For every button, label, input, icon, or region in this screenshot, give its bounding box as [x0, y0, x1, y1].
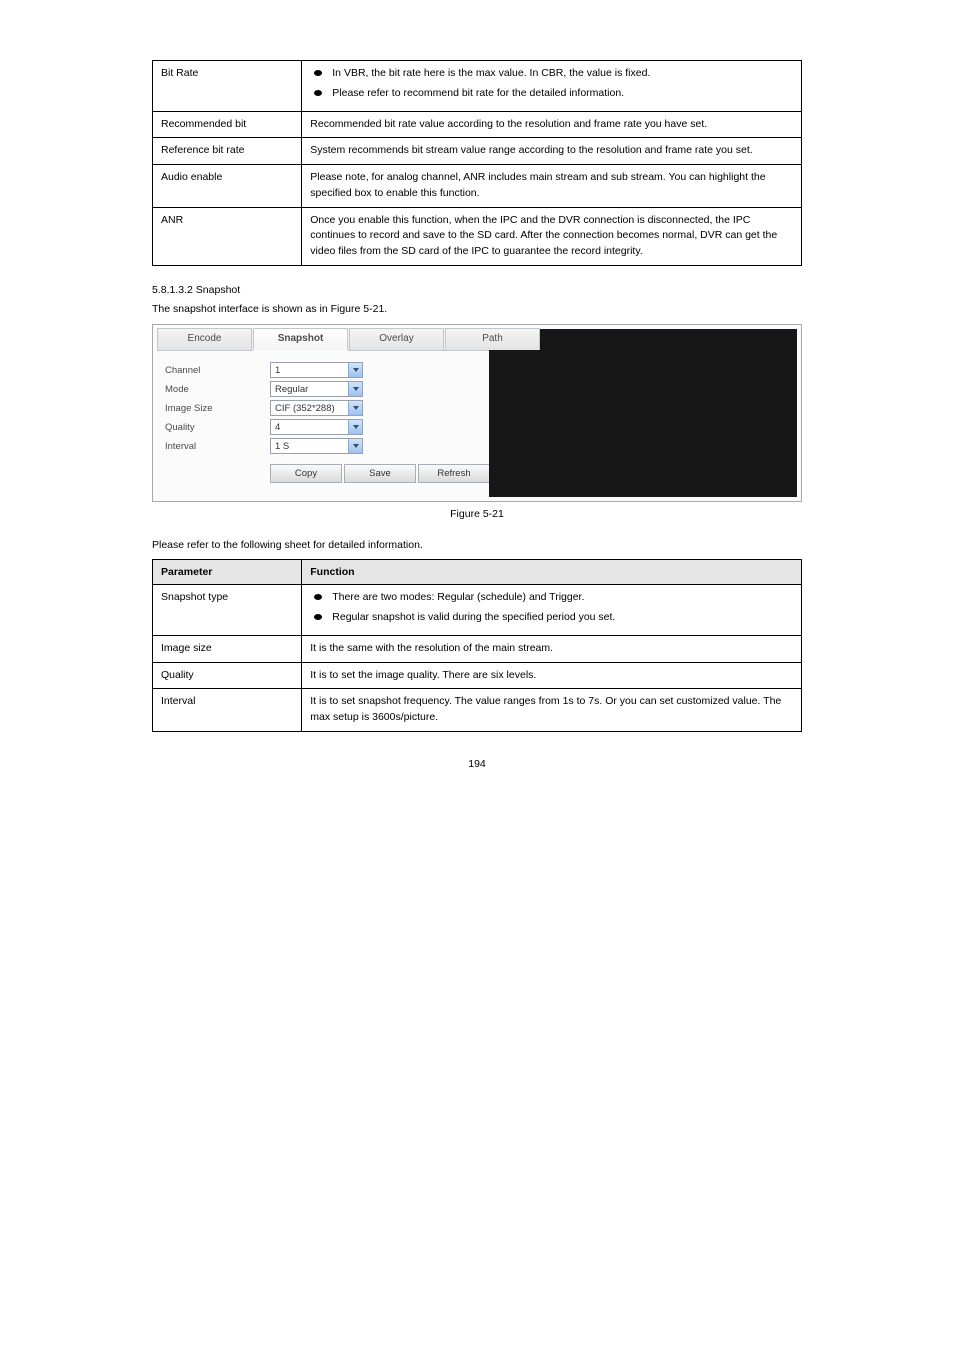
param-cell: Reference bit rate — [153, 138, 302, 165]
param-cell: Bit Rate — [153, 61, 302, 112]
table-row: Image size It is the same with the resol… — [153, 635, 802, 662]
param-cell: Snapshot type — [153, 585, 302, 636]
table-row: Audio enable Please note, for analog cha… — [153, 165, 802, 208]
func-cell: It is to set snapshot frequency. The val… — [302, 689, 802, 732]
func-cell: It is the same with the resolution of th… — [302, 635, 802, 662]
func-cell: It is to set the image quality. There ar… — [302, 662, 802, 689]
param-table-1: Bit Rate In VBR, the bit rate here is th… — [152, 60, 802, 266]
chevron-down-icon — [348, 401, 362, 415]
table2-intro: Please refer to the following sheet for … — [152, 538, 802, 554]
table-row: Reference bit rate System recommends bit… — [153, 138, 802, 165]
table-row: Bit Rate In VBR, the bit rate here is th… — [153, 61, 802, 112]
chevron-down-icon — [348, 439, 362, 453]
section-body: The snapshot interface is shown as in Fi… — [152, 302, 802, 318]
bullet: Regular snapshot is valid during the spe… — [310, 610, 793, 626]
select-value: 1 S — [271, 441, 348, 452]
snapshot-ui-screenshot: Encode Snapshot Overlay Path Channel Mod… — [152, 324, 802, 502]
table-row: Snapshot type There are two modes: Regul… — [153, 585, 802, 636]
chevron-down-icon — [348, 363, 362, 377]
select-quality[interactable]: 4 — [270, 419, 363, 435]
tab-path[interactable]: Path — [445, 328, 540, 350]
table-row: Recommended bit Recommended bit rate val… — [153, 111, 802, 138]
label-quality: Quality — [165, 422, 195, 433]
table-row: ANR Once you enable this function, when … — [153, 207, 802, 265]
page-number: 194 — [152, 758, 802, 770]
table-row: Interval It is to set snapshot frequency… — [153, 689, 802, 732]
label-mode: Mode — [165, 384, 189, 395]
select-channel[interactable]: 1 — [270, 362, 363, 378]
select-value: 4 — [271, 422, 348, 433]
table-row: Quality It is to set the image quality. … — [153, 662, 802, 689]
figure-caption: Figure 5-21 — [152, 508, 802, 520]
param-cell: Interval — [153, 689, 302, 732]
label-image-size: Image Size — [165, 403, 213, 414]
col-header-parameter: Parameter — [153, 560, 302, 585]
label-channel: Channel — [165, 365, 200, 376]
func-cell: In VBR, the bit rate here is the max val… — [302, 61, 802, 112]
chevron-down-icon — [348, 420, 362, 434]
copy-button[interactable]: Copy — [270, 464, 342, 483]
param-cell: Quality — [153, 662, 302, 689]
select-image-size[interactable]: CIF (352*288) — [270, 400, 363, 416]
section-number: 5.8.1.3.2 — [152, 284, 193, 296]
section-heading: 5.8.1.3.2 Snapshot — [152, 284, 802, 296]
bullet: In VBR, the bit rate here is the max val… — [310, 66, 793, 82]
col-header-function: Function — [302, 560, 802, 585]
select-value: CIF (352*288) — [271, 403, 348, 414]
select-interval[interactable]: 1 S — [270, 438, 363, 454]
select-value: 1 — [271, 365, 348, 376]
param-cell: Audio enable — [153, 165, 302, 208]
select-value: Regular — [271, 384, 348, 395]
refresh-button[interactable]: Refresh — [418, 464, 490, 483]
param-cell: Image size — [153, 635, 302, 662]
chevron-down-icon — [348, 382, 362, 396]
tab-snapshot[interactable]: Snapshot — [253, 328, 348, 350]
func-cell: There are two modes: Regular (schedule) … — [302, 585, 802, 636]
bullet: Please refer to recommend bit rate for t… — [310, 86, 793, 102]
tab-encode[interactable]: Encode — [157, 328, 252, 350]
func-cell: System recommends bit stream value range… — [302, 138, 802, 165]
ui-dark-area — [489, 329, 797, 497]
tab-overlay[interactable]: Overlay — [349, 328, 444, 350]
bullet: There are two modes: Regular (schedule) … — [310, 590, 793, 606]
param-table-2: Parameter Function Snapshot type There a… — [152, 559, 802, 732]
param-cell: Recommended bit — [153, 111, 302, 138]
func-cell: Recommended bit rate value according to … — [302, 111, 802, 138]
param-cell: ANR — [153, 207, 302, 265]
save-button[interactable]: Save — [344, 464, 416, 483]
select-mode[interactable]: Regular — [270, 381, 363, 397]
label-interval: Interval — [165, 441, 196, 452]
func-cell: Please note, for analog channel, ANR inc… — [302, 165, 802, 208]
section-title-text: Snapshot — [196, 284, 240, 296]
func-cell: Once you enable this function, when the … — [302, 207, 802, 265]
